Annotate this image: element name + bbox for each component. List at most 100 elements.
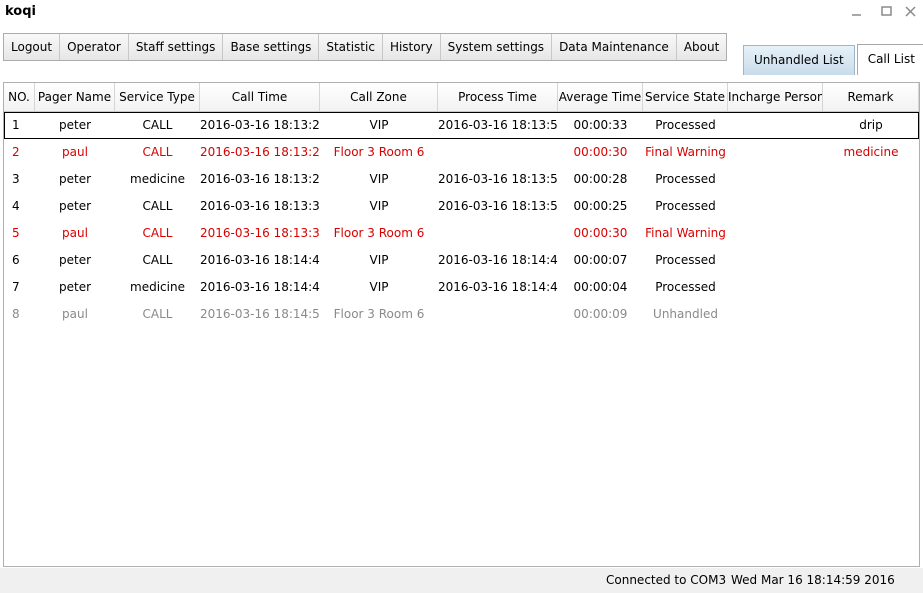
minimize-icon[interactable]	[846, 2, 868, 22]
system-settings-button[interactable]: System settings	[440, 34, 553, 60]
cell-incharge-person	[728, 112, 823, 139]
table-row[interactable]: 4 peter CALL 2016-03-16 18:13:32 VIP 2016-03-…	[4, 193, 919, 220]
cell-service-type: CALL	[142, 226, 173, 240]
cell-service-type: CALL	[142, 253, 173, 267]
cell-call-time: 2016-03-16 18:13:27	[200, 145, 320, 159]
window-title: koqi	[5, 4, 36, 19]
cell-call-zone: VIP	[369, 253, 389, 267]
cell-call-time: 2016-03-16 18:13:34	[200, 226, 320, 240]
cell-call-zone: VIP	[369, 280, 389, 294]
cell-service-type: CALL	[142, 145, 173, 159]
cell-service-state: Processed	[655, 199, 716, 213]
cell-call-time: 2016-03-16 18:14:50	[200, 307, 320, 321]
staff-settings-button[interactable]: Staff settings	[128, 34, 224, 60]
cell-call-time: 2016-03-16 18:14:42	[200, 253, 320, 267]
column-header-service-type[interactable]: Service Type	[115, 83, 200, 111]
cell-service-state: Processed	[655, 253, 716, 267]
list-tabs: Unhandled List Call List	[743, 44, 923, 75]
connection-status: Connected to COM3	[606, 573, 727, 587]
cell-remark	[823, 166, 919, 193]
cell-service-state: Processed	[655, 118, 716, 132]
app-window: koqi Logout Operator Staff settings Base…	[0, 0, 923, 593]
cell-pager-name: peter	[58, 280, 92, 294]
operator-button[interactable]: Operator	[60, 34, 129, 60]
table-row[interactable]: 5 paul CALL 2016-03-16 18:13:34 Floor 3 Room…	[4, 220, 919, 247]
statistic-button[interactable]: Statistic	[319, 34, 383, 60]
cell-call-time: 2016-03-16 18:13:24	[200, 118, 320, 132]
title-bar: koqi	[0, 0, 923, 28]
column-header-no[interactable]: NO.	[4, 83, 35, 111]
about-button[interactable]: About	[676, 34, 727, 60]
cell-incharge-person	[728, 166, 823, 193]
cell-process-time	[438, 301, 558, 328]
cell-incharge-person	[728, 139, 823, 166]
cell-remark	[823, 220, 919, 247]
status-datetime: Wed Mar 16 18:14:59 2016	[731, 573, 895, 587]
cell-call-zone: VIP	[369, 199, 389, 213]
cell-process-time: 2016-03-16 18:13:57	[438, 172, 558, 186]
cell-service-state: Final Warning	[645, 226, 726, 240]
cell-remark	[823, 193, 919, 220]
cell-incharge-person	[728, 220, 823, 247]
column-header-call-zone[interactable]: Call Zone	[320, 83, 438, 111]
cell-no: 2	[12, 145, 20, 159]
cell-average-time: 00:00:30	[573, 226, 628, 240]
table-body: 1 peter CALL 2016-03-16 18:13:24 VIP 2016-03-…	[4, 112, 919, 328]
column-header-process-time[interactable]: Process Time	[438, 83, 558, 111]
cell-process-time: 2016-03-16 18:13:57	[438, 118, 558, 132]
cell-call-time: 2016-03-16 18:14:45	[200, 280, 320, 294]
cell-service-state: Processed	[655, 172, 716, 186]
cell-average-time: 00:00:28	[573, 172, 628, 186]
table-row[interactable]: 8 paul CALL 2016-03-16 18:14:50 Floor 3 Room…	[4, 301, 919, 328]
table-row[interactable]: 3 peter medicine 2016-03-16 18:13:29 VIP 2016…	[4, 166, 919, 193]
column-header-call-time[interactable]: Call Time	[200, 83, 320, 111]
cell-average-time: 00:00:04	[573, 280, 628, 294]
cell-service-state: Final Warning	[645, 145, 726, 159]
table-header: NO. Pager Name Service Type Call Time Ca…	[4, 83, 919, 112]
cell-remark	[823, 247, 919, 274]
cell-average-time: 00:00:25	[573, 199, 628, 213]
cell-call-zone: VIP	[369, 172, 389, 186]
column-header-incharge-person[interactable]: Incharge Person	[728, 83, 823, 111]
tab-call-list[interactable]: Call List	[856, 44, 923, 75]
cell-call-zone: Floor 3 Room 6	[333, 307, 425, 321]
cell-pager-name: peter	[58, 172, 92, 186]
base-settings-button[interactable]: Base settings	[223, 34, 320, 60]
table-row[interactable]: 1 peter CALL 2016-03-16 18:13:24 VIP 2016-03-…	[4, 112, 919, 139]
data-maintenance-button[interactable]: Data Maintenance	[552, 34, 677, 60]
cell-service-state: Processed	[655, 280, 716, 294]
cell-service-type: CALL	[142, 118, 173, 132]
cell-process-time: 2016-03-16 18:13:57	[438, 199, 558, 213]
cell-no: 5	[12, 226, 20, 240]
column-header-remark[interactable]: Remark	[823, 83, 919, 111]
cell-remark	[823, 274, 919, 301]
cell-process-time	[438, 220, 558, 247]
table-row[interactable]: 6 peter CALL 2016-03-16 18:14:42 VIP 2016-03-…	[4, 247, 919, 274]
cell-no: 1	[12, 118, 20, 132]
cell-no: 3	[12, 172, 20, 186]
maximize-icon[interactable]	[876, 2, 898, 22]
cell-pager-name: paul	[62, 307, 88, 321]
cell-average-time: 00:00:30	[573, 145, 628, 159]
cell-no: 8	[12, 307, 20, 321]
column-header-service-state[interactable]: Service State	[643, 83, 728, 111]
cell-service-type: medicine	[130, 172, 185, 186]
cell-average-time: 00:00:07	[573, 253, 628, 267]
cell-process-time	[438, 139, 558, 166]
cell-remark: medicine	[843, 145, 899, 159]
close-icon[interactable]	[900, 2, 922, 22]
cell-pager-name: peter	[58, 118, 92, 132]
cell-call-time: 2016-03-16 18:13:29	[200, 172, 320, 186]
call-list-table: NO. Pager Name Service Type Call Time Ca…	[3, 82, 920, 567]
history-button[interactable]: History	[382, 34, 441, 60]
cell-incharge-person	[728, 193, 823, 220]
logout-button[interactable]: Logout	[4, 34, 61, 60]
cell-remark	[823, 301, 919, 328]
cell-service-state: Unhandled	[653, 307, 718, 321]
column-header-average-time[interactable]: Average Time	[558, 83, 643, 111]
cell-process-time: 2016-03-16 18:14:49	[438, 253, 558, 267]
tab-unhandled-list[interactable]: Unhandled List	[743, 45, 855, 75]
table-row[interactable]: 7 peter medicine 2016-03-16 18:14:45 VIP 2016…	[4, 274, 919, 301]
table-row[interactable]: 2 paul CALL 2016-03-16 18:13:27 Floor 3 Room…	[4, 139, 919, 166]
column-header-pager-name[interactable]: Pager Name	[35, 83, 115, 111]
